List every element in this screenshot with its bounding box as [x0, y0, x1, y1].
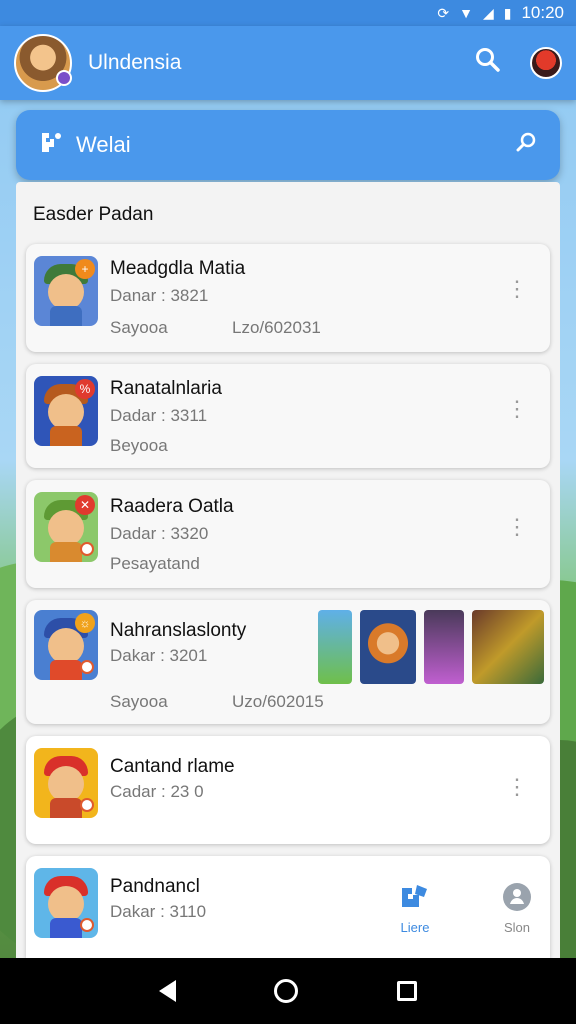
game-icon	[34, 748, 98, 818]
game-name: Meadgdla Matia	[110, 258, 246, 279]
game-date: Lzo/602031	[232, 318, 321, 337]
user-avatar[interactable]	[530, 47, 562, 79]
game-list-panel: Easder Padan + Meadgdla Matia Danar : 38…	[16, 182, 560, 958]
tab-liere[interactable]: Liere	[390, 882, 440, 935]
app-logo-avatar[interactable]	[14, 34, 72, 92]
tab-slon[interactable]: Slon	[492, 882, 542, 935]
wifi-icon: ▼	[459, 5, 473, 21]
tab-label: Liere	[400, 920, 430, 935]
list-item[interactable]: ✕ Raadera Oatla Dadar : 3320 Pesayatand …	[26, 480, 550, 588]
signal-icon: ◢	[482, 4, 494, 21]
search-card-label: Welai	[76, 132, 131, 157]
game-meta: Pesayatand	[110, 554, 200, 573]
system-nav-bar	[0, 958, 576, 1024]
screenshot-thumb[interactable]	[360, 610, 416, 684]
screenshot-thumb[interactable]	[424, 610, 464, 684]
game-icon: +	[34, 256, 98, 326]
profile-tab-icon	[492, 882, 542, 920]
battery-icon: ▮	[503, 4, 512, 21]
avatar-badge	[56, 70, 72, 86]
more-options-icon[interactable]: ⋮	[506, 398, 528, 420]
game-name: Raadera Oatla	[110, 496, 234, 517]
game-dadar: Dakar : 3201	[110, 646, 208, 665]
more-options-icon[interactable]: ⋮	[506, 516, 528, 538]
game-name: Nahranslaslonty	[110, 620, 247, 641]
search-card-search-icon[interactable]	[516, 131, 538, 160]
home-icon[interactable]	[274, 979, 299, 1003]
more-options-icon[interactable]: ⋮	[506, 278, 528, 300]
search-icon[interactable]	[468, 47, 508, 80]
list-item[interactable]: Pandnancl Dakar : 3110 Liere Slon	[26, 856, 550, 958]
screenshot-thumb[interactable]	[472, 610, 544, 684]
screenshot-thumb[interactable]	[318, 610, 352, 684]
status-time: 10:20	[521, 3, 564, 22]
game-dadar: Danar : 3821	[110, 286, 209, 305]
game-dadar: Cadar : 23 0	[110, 782, 204, 801]
section-title: Easder Padan	[33, 204, 154, 225]
tab-label: Slon	[503, 920, 531, 935]
puzzle-tab-icon	[390, 882, 440, 920]
screenshot-gallery[interactable]	[318, 610, 544, 684]
game-icon	[34, 868, 98, 938]
game-meta: Beyooa	[110, 436, 168, 455]
game-name: Ranatalnlaria	[110, 378, 222, 399]
status-bar: ⟳ ▼ ◢ ▮ 10:20	[0, 0, 576, 26]
game-name: Cantand rlame	[110, 756, 235, 777]
recents-icon[interactable]	[396, 981, 417, 1001]
game-meta: Sayooa	[110, 318, 168, 337]
game-date: Uzo/602015	[232, 692, 324, 711]
search-card[interactable]: Welai	[16, 110, 560, 180]
list-item[interactable]: + Meadgdla Matia Danar : 3821 Sayooa Lzo…	[26, 244, 550, 352]
puzzle-icon	[38, 130, 64, 161]
list-item[interactable]: % Ranatalnlaria Dadar : 3311 Beyooa ⋮	[26, 364, 550, 468]
app-bar: Ulndensia	[0, 26, 576, 100]
game-icon: ☼	[34, 610, 98, 680]
app-title: Ulndensia	[88, 51, 182, 74]
game-meta: Sayooa	[110, 692, 168, 711]
sync-icon: ⟳	[437, 4, 450, 21]
more-options-icon[interactable]: ⋮	[506, 776, 528, 798]
game-icon: %	[34, 376, 98, 446]
list-item[interactable]: Cantand rlame Cadar : 23 0 ⋮	[26, 736, 550, 844]
back-icon[interactable]	[159, 980, 177, 1002]
game-dadar: Dadar : 3320	[110, 524, 209, 543]
list-item[interactable]: ☼ Nahranslaslonty Dakar : 3201 Sayooa Uz…	[26, 600, 550, 724]
game-icon: ✕	[34, 492, 98, 562]
game-dadar: Dakar : 3110	[110, 902, 207, 921]
game-name: Pandnancl	[110, 876, 200, 897]
game-dadar: Dadar : 3311	[110, 406, 208, 425]
